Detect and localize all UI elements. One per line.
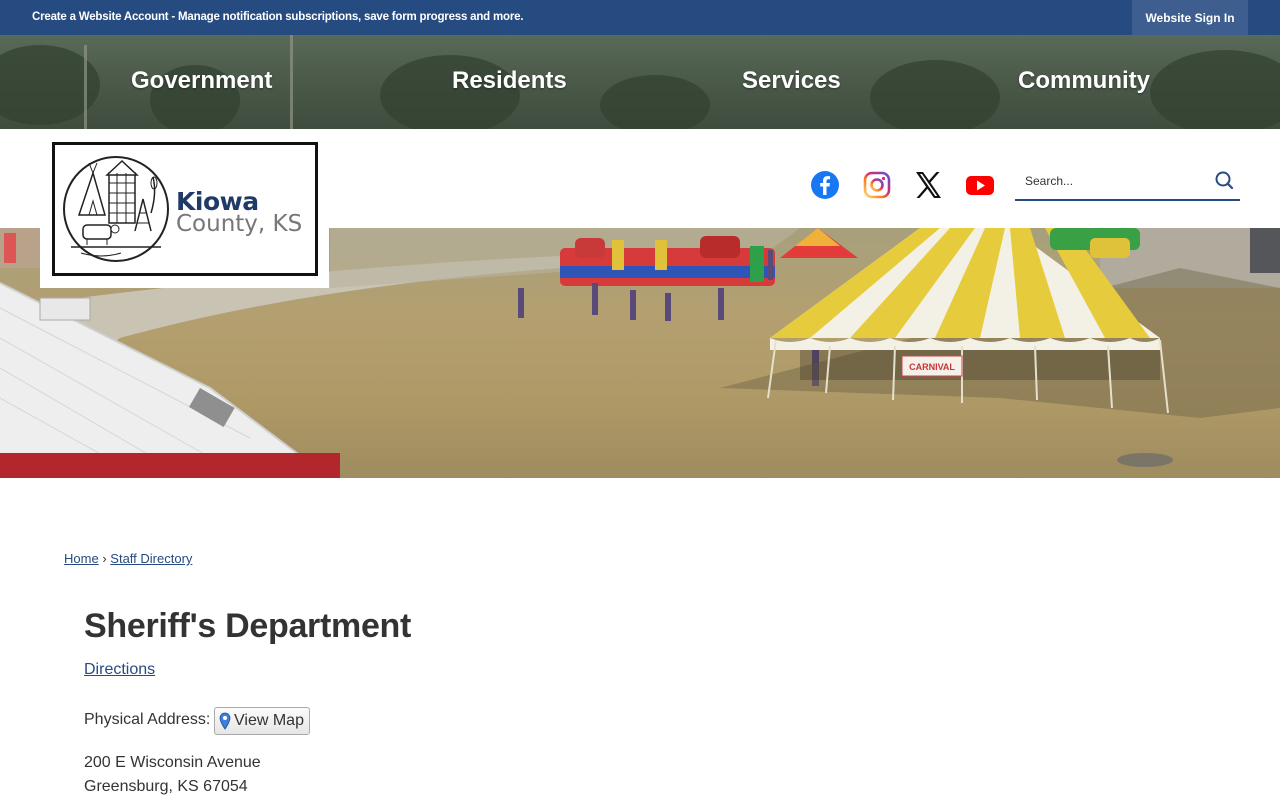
breadcrumb-separator: › (102, 551, 107, 566)
view-map-button[interactable]: View Map (214, 707, 310, 735)
create-account-link[interactable]: Create a Website Account - Manage notifi… (32, 11, 524, 23)
x-icon[interactable] (913, 170, 943, 200)
youtube-icon[interactable] (965, 170, 995, 200)
site-search (1015, 163, 1240, 201)
nav-residents[interactable]: Residents (452, 67, 567, 95)
background-pole (290, 35, 293, 129)
view-map-label: View Map (234, 712, 304, 729)
address-line-1: 200 E Wisconsin Avenue (84, 754, 261, 771)
nav-government[interactable]: Government (131, 67, 272, 95)
nav-services[interactable]: Services (742, 67, 841, 95)
top-utility-bar: Create a Website Account - Manage notifi… (0, 0, 1280, 35)
breadcrumb-home-link[interactable]: Home (64, 551, 99, 566)
main-navigation: Government Residents Services Community (0, 35, 1280, 129)
nav-community[interactable]: Community (1018, 67, 1150, 95)
address-line-2: Greensburg, KS 67054 (84, 778, 248, 795)
carnival-banner-text: CARNIVAL (909, 362, 955, 372)
search-icon[interactable] (1212, 169, 1236, 193)
physical-address-label: Physical Address: (84, 711, 211, 728)
instagram-icon[interactable] (862, 170, 892, 200)
logo-frame: Kiowa County, KS (52, 142, 318, 276)
map-pin-icon (219, 712, 231, 730)
background-tree (600, 75, 710, 129)
county-seal-emblem (63, 156, 169, 262)
directions-link[interactable]: Directions (84, 661, 155, 679)
breadcrumb: Home › Staff Directory (64, 551, 192, 566)
background-tree (870, 60, 1000, 129)
logo-county-state: County, KS (176, 211, 303, 237)
breadcrumb-staff-directory-link[interactable]: Staff Directory (110, 551, 192, 566)
search-input[interactable] (1015, 169, 1205, 193)
page-title: Sheriff's Department (84, 607, 412, 645)
background-pole (84, 45, 87, 129)
website-sign-in-button[interactable]: Website Sign In (1132, 0, 1248, 35)
facebook-icon[interactable] (810, 170, 840, 200)
site-logo-link[interactable]: Kiowa County, KS (40, 129, 329, 288)
background-tree (1150, 50, 1280, 129)
